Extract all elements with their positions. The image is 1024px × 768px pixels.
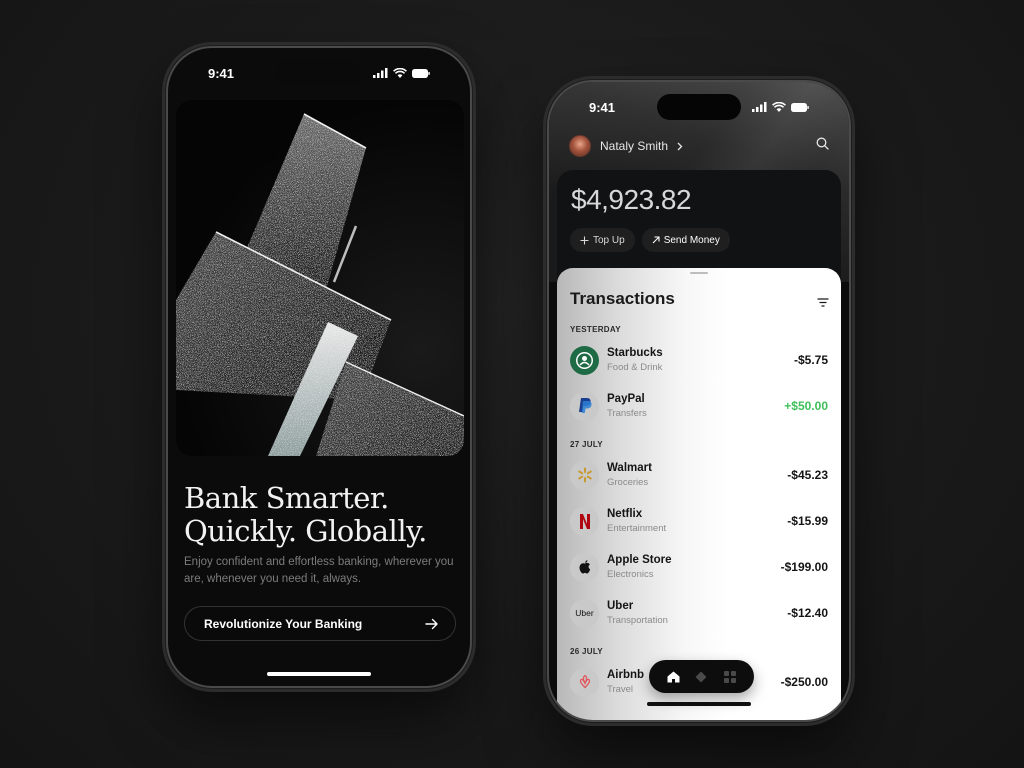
uber-logo: Uber bbox=[570, 598, 599, 628]
transactions-title: Transactions bbox=[570, 289, 675, 308]
transaction-name: Starbucks bbox=[607, 346, 663, 359]
tab-home[interactable] bbox=[663, 667, 683, 687]
transaction-amount: -$5.75 bbox=[793, 353, 828, 367]
filter-icon bbox=[817, 298, 829, 307]
home-icon bbox=[667, 671, 680, 682]
airbnb-logo bbox=[570, 667, 599, 697]
transaction-amount: -$199.00 bbox=[780, 560, 828, 574]
transaction-category: Food & Drink bbox=[607, 361, 663, 373]
walmart-logo bbox=[570, 460, 599, 490]
transaction-name: Walmart bbox=[607, 461, 652, 474]
sheet-handle[interactable] bbox=[690, 272, 708, 274]
chevron-right-icon bbox=[677, 142, 683, 150]
signal-icon bbox=[752, 102, 767, 112]
user-name: Nataly Smith bbox=[600, 139, 669, 153]
status-bar: 9:41 bbox=[168, 48, 470, 98]
group-label: YESTERDAY bbox=[570, 325, 621, 334]
transaction-name: Uber bbox=[607, 599, 634, 612]
hero-artwork bbox=[176, 100, 464, 456]
search-button[interactable] bbox=[816, 137, 829, 155]
hero-title-line-1: Bank Smarter. bbox=[184, 481, 389, 515]
cta-label: Revolutionize Your Banking bbox=[204, 616, 363, 631]
wifi-icon bbox=[772, 102, 786, 112]
transaction-category: Entertainment bbox=[607, 522, 667, 534]
transaction-row-netflix[interactable]: Netflix Entertainment -$15.99 bbox=[557, 498, 841, 544]
send-money-button[interactable]: Send Money bbox=[641, 228, 730, 252]
uber-logo-text: Uber bbox=[575, 608, 594, 618]
status-time: 9:41 bbox=[208, 65, 235, 81]
send-money-label: Send Money bbox=[663, 234, 720, 246]
transaction-name: Apple Store bbox=[607, 553, 672, 566]
transaction-row-walmart[interactable]: Walmart Groceries -$45.23 bbox=[557, 452, 841, 498]
home-indicator bbox=[647, 702, 751, 706]
wifi-icon bbox=[393, 68, 407, 78]
top-up-label: Top Up bbox=[593, 234, 625, 246]
hero-title-line-2: Quickly. Globally. bbox=[184, 514, 427, 548]
signal-icon bbox=[373, 68, 388, 78]
status-time: 9:41 bbox=[589, 99, 616, 115]
transaction-category: Transportation bbox=[607, 614, 668, 626]
status-bar: 9:41 bbox=[549, 82, 849, 132]
search-icon bbox=[816, 137, 829, 150]
profile-row: Nataly Smith bbox=[569, 134, 829, 158]
group-label: 26 JULY bbox=[570, 647, 603, 656]
top-up-button[interactable]: Top Up bbox=[570, 228, 635, 252]
paypal-logo bbox=[570, 391, 599, 421]
transaction-category: Electronics bbox=[607, 568, 654, 580]
balance-amount: $4,923.82 bbox=[571, 184, 692, 215]
onboarding-phone: 9:41 Bank Smarter. Quickly. Globally. En… bbox=[166, 46, 472, 688]
hero-title: Bank Smarter. Quickly. Globally. bbox=[184, 482, 464, 548]
battery-icon bbox=[412, 68, 430, 78]
transaction-amount: -$15.99 bbox=[787, 514, 828, 528]
transaction-amount: -$12.40 bbox=[787, 606, 828, 620]
transaction-category: Transfers bbox=[607, 407, 647, 419]
transaction-row-paypal[interactable]: PayPal Transfers +$50.00 bbox=[557, 383, 841, 429]
arrow-right-icon bbox=[425, 618, 438, 629]
transaction-category: Groceries bbox=[607, 476, 649, 488]
transaction-name: PayPal bbox=[607, 392, 645, 405]
hero-subtitle: Enjoy confident and effortless banking, … bbox=[184, 556, 454, 585]
transaction-row-apple-store[interactable]: Apple Store Electronics -$199.00 bbox=[557, 544, 841, 590]
plus-icon bbox=[580, 236, 589, 244]
tab-apps[interactable] bbox=[720, 667, 740, 687]
starbucks-logo bbox=[570, 345, 599, 375]
tab-rewards[interactable] bbox=[691, 667, 711, 687]
filter-button[interactable] bbox=[817, 294, 829, 312]
netflix-logo bbox=[570, 506, 599, 536]
group-label: 27 JULY bbox=[570, 440, 603, 449]
dashboard-phone: 9:41 Nataly Smith $4,923.82 Top Up Send … bbox=[547, 80, 851, 722]
revolutionize-banking-button[interactable]: Revolutionize Your Banking bbox=[184, 606, 456, 641]
transaction-row-uber[interactable]: Uber Uber Transportation -$12.40 bbox=[557, 590, 841, 636]
transaction-name: Netflix bbox=[607, 507, 643, 520]
diamond-icon bbox=[695, 671, 707, 682]
grid-icon bbox=[723, 670, 736, 683]
transaction-amount: -$250.00 bbox=[780, 675, 828, 689]
bottom-tab-bar bbox=[649, 660, 754, 693]
transaction-amount: -$45.23 bbox=[787, 468, 828, 482]
arrow-up-right-icon bbox=[652, 236, 660, 244]
transactions-list: YESTERDAY Starbucks Food & Drink -$5.75 … bbox=[557, 323, 841, 705]
apple-logo bbox=[570, 552, 599, 582]
home-indicator bbox=[267, 672, 371, 676]
transactions-sheet: Transactions YESTERDAY Starbucks Food & … bbox=[557, 268, 841, 720]
battery-icon bbox=[791, 102, 809, 112]
avatar bbox=[569, 135, 591, 157]
transaction-amount: +$50.00 bbox=[784, 399, 828, 413]
transaction-row-starbucks[interactable]: Starbucks Food & Drink -$5.75 bbox=[557, 337, 841, 383]
profile-button[interactable]: Nataly Smith bbox=[569, 135, 683, 157]
